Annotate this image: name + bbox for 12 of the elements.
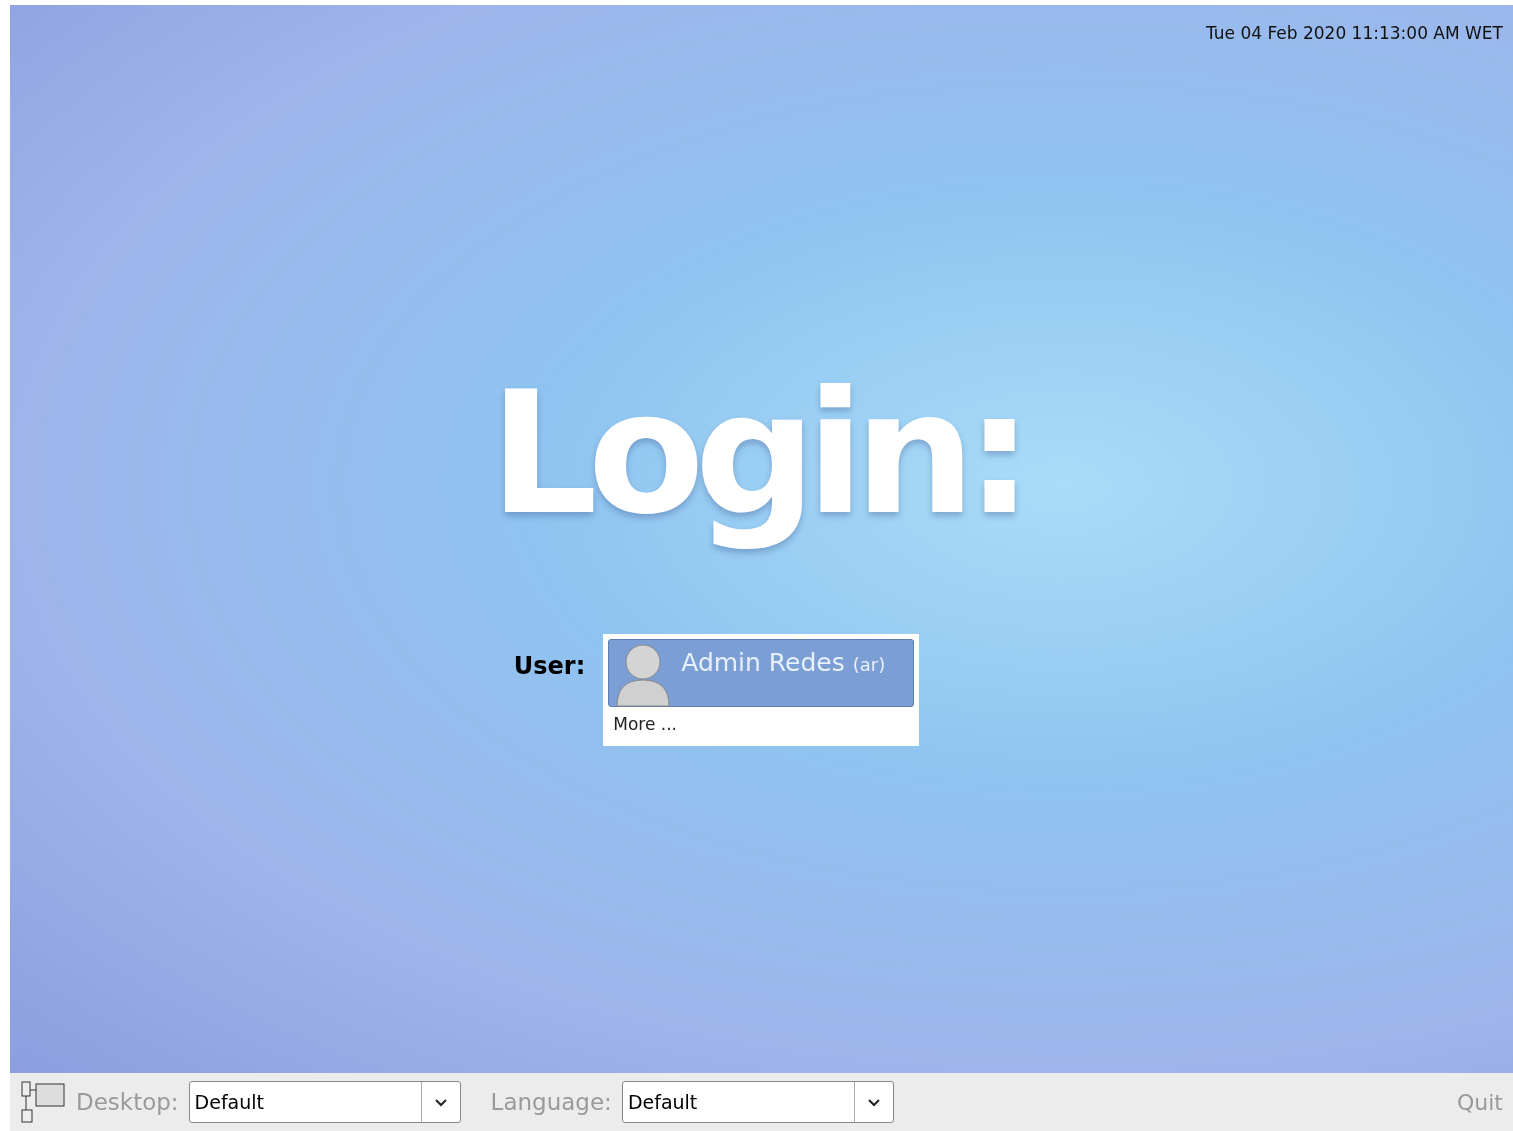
user-name: Admin Redes (ar) bbox=[681, 648, 886, 677]
desktop-session-icon bbox=[20, 1080, 66, 1124]
chevron-down-icon bbox=[866, 1097, 881, 1107]
desktop-label: Desktop: bbox=[76, 1089, 179, 1115]
login-title: Login: bbox=[488, 353, 1025, 554]
chevron-down-icon bbox=[433, 1097, 448, 1107]
more-users-item[interactable]: More ... bbox=[608, 707, 915, 741]
user-label: User: bbox=[513, 652, 586, 680]
clock: Tue 04 Feb 2020 11:13:00 AM WET bbox=[1205, 23, 1503, 43]
language-label: Language: bbox=[490, 1089, 612, 1115]
language-select[interactable]: Default bbox=[621, 1081, 894, 1123]
desktop-select[interactable]: Default bbox=[188, 1081, 461, 1123]
